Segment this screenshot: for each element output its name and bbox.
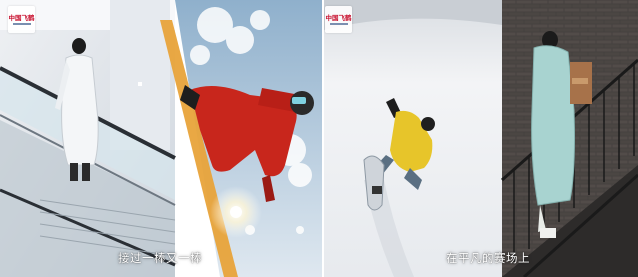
subtitle-caption: 在平凡的赛场上	[446, 251, 530, 265]
brand-logo: 中国飞鹤	[8, 6, 35, 33]
brand-logo-text: 中国飞鹤	[8, 13, 35, 22]
right-scene-illustration	[324, 0, 638, 277]
brand-logo-text: 中国飞鹤	[325, 13, 352, 22]
left-scene-illustration	[0, 0, 322, 277]
brand-logo-underline	[329, 23, 348, 25]
subtitle-caption: 接过一棒又一棒	[118, 251, 202, 265]
brand-logo-underline	[12, 23, 31, 25]
right-video-frame: 中国飞鹤 在平凡的赛场上	[324, 0, 638, 277]
brand-logo: 中国飞鹤	[325, 6, 352, 33]
left-video-frame: 中国飞鹤 接过一棒又一棒	[0, 0, 322, 277]
